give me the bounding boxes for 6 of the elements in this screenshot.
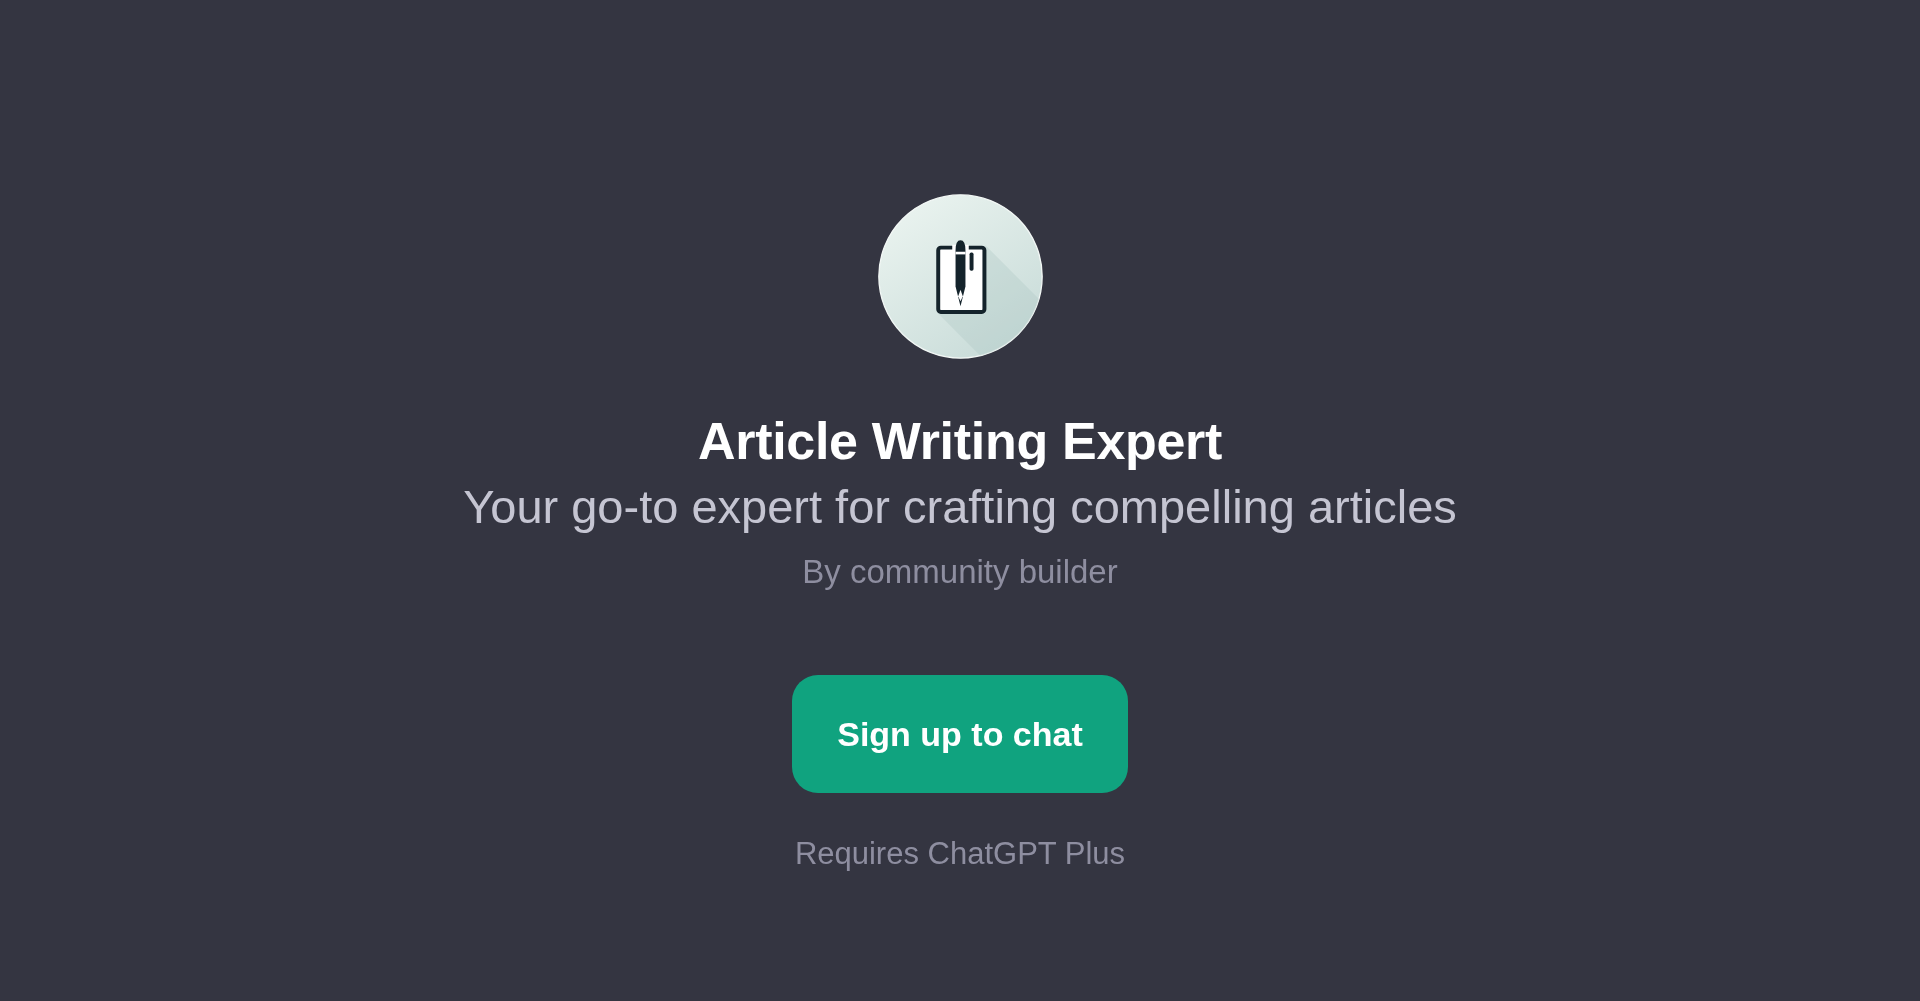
gpt-description: Your go-to expert for crafting compelling articles [463,479,1457,536]
author-line: By community builder [802,551,1118,592]
clipboard-pen-icon [877,194,1043,359]
requirement-note: Requires ChatGPT Plus [794,835,1126,873]
sign-up-button[interactable]: Sign up to chat [792,675,1128,794]
gpt-title: Article Writing Expert [697,411,1223,472]
